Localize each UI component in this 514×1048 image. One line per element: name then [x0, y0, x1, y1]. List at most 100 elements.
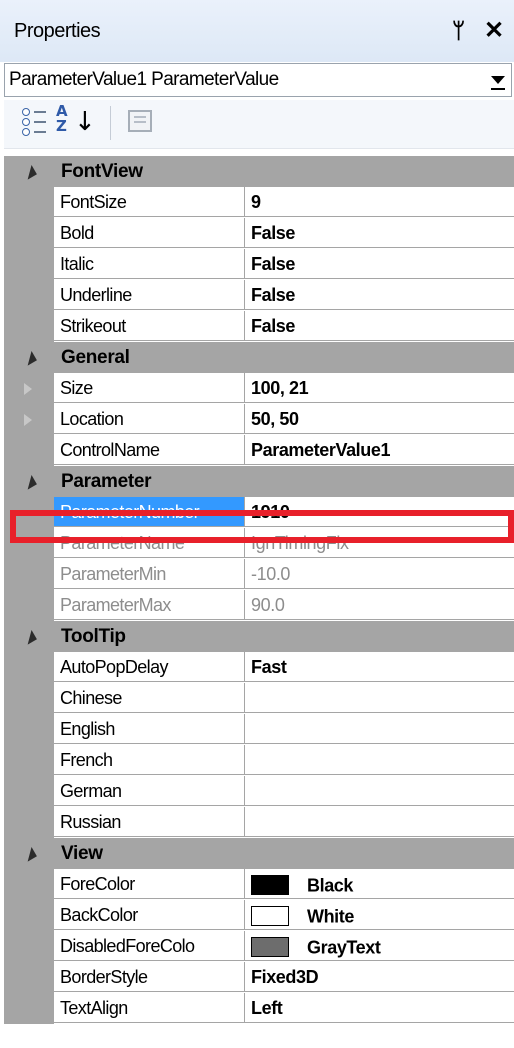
property-value[interactable]: 1910	[245, 497, 514, 527]
property-row-parameternumber[interactable]: ParameterNumber 1910	[4, 497, 514, 528]
collapse-icon[interactable]: ◢	[21, 627, 38, 646]
property-name[interactable]: English	[54, 714, 245, 744]
property-name[interactable]: ControlName	[54, 435, 245, 465]
toolbar: AZ ↓	[4, 100, 514, 149]
categorized-view-icon[interactable]	[20, 106, 54, 140]
property-value[interactable]	[245, 745, 514, 775]
property-value[interactable]	[245, 776, 514, 806]
panel-title: Properties	[14, 20, 101, 42]
collapse-icon[interactable]: ◢	[21, 348, 38, 367]
property-value[interactable]: Black	[245, 869, 514, 899]
property-value[interactable]: White	[245, 900, 514, 930]
property-value[interactable]: 9	[245, 187, 514, 217]
property-row-german[interactable]: German	[4, 776, 514, 807]
property-value[interactable]: False	[245, 280, 514, 310]
property-value[interactable]: Left	[245, 993, 514, 1023]
property-row-english[interactable]: English	[4, 714, 514, 745]
property-row-parametermax[interactable]: ParameterMax 90.0	[4, 590, 514, 621]
expand-icon[interactable]	[24, 414, 32, 426]
property-name[interactable]: BackColor	[54, 900, 245, 930]
category-fontview[interactable]: ◢ FontView	[4, 156, 514, 187]
property-name[interactable]: Strikeout	[54, 311, 245, 341]
property-name[interactable]: TextAlign	[54, 993, 245, 1023]
property-name[interactable]: Location	[54, 404, 245, 434]
property-row-russian[interactable]: Russian	[4, 807, 514, 838]
toolbar-separator	[110, 106, 111, 140]
category-label: Parameter	[61, 471, 152, 492]
property-value[interactable]: 50, 50	[245, 404, 514, 434]
color-name: Black	[307, 875, 354, 896]
property-row-parametername[interactable]: ParameterName IgnTimingFix	[4, 528, 514, 559]
category-general[interactable]: ◢ General	[4, 342, 514, 373]
color-name: White	[307, 906, 354, 927]
property-value: -10.0	[245, 559, 514, 589]
property-row-chinese[interactable]: Chinese	[4, 683, 514, 714]
property-row-italic[interactable]: Italic False	[4, 249, 514, 280]
expand-icon[interactable]	[24, 383, 32, 395]
object-selector[interactable]: ParameterValue1 ParameterValue	[4, 63, 512, 97]
property-value[interactable]	[245, 807, 514, 837]
category-tooltip[interactable]: ◢ ToolTip	[4, 621, 514, 652]
property-name[interactable]: ParameterNumber	[54, 497, 245, 527]
property-row-bold[interactable]: Bold False	[4, 218, 514, 249]
property-value[interactable]: False	[245, 311, 514, 341]
property-value: IgnTimingFix	[245, 528, 514, 558]
collapse-icon[interactable]: ◢	[21, 162, 38, 181]
property-row-textalign[interactable]: TextAlign Left	[4, 993, 514, 1024]
property-value[interactable]: False	[245, 218, 514, 248]
property-value[interactable]: GrayText	[245, 931, 514, 961]
property-row-borderstyle[interactable]: BorderStyle Fixed3D	[4, 962, 514, 993]
properties-panel: Properties ᛘ ✕ ParameterValue1 Parameter…	[0, 0, 514, 1048]
property-name[interactable]: ParameterName	[54, 528, 245, 558]
property-name[interactable]: FontSize	[54, 187, 245, 217]
property-name[interactable]: Russian	[54, 807, 245, 837]
category-view[interactable]: ◢ View	[4, 838, 514, 869]
pin-icon[interactable]: ᛘ	[452, 18, 465, 44]
category-label: General	[61, 347, 130, 368]
property-name[interactable]: German	[54, 776, 245, 806]
property-row-backcolor[interactable]: BackColor White	[4, 900, 514, 931]
property-pages-icon[interactable]	[124, 106, 158, 140]
collapse-icon[interactable]: ◢	[21, 844, 38, 863]
property-name[interactable]: AutoPopDelay	[54, 652, 245, 682]
property-name[interactable]: Size	[54, 373, 245, 403]
property-value[interactable]: Fast	[245, 652, 514, 682]
property-name[interactable]: DisabledForeColo	[54, 931, 245, 961]
property-grid: ◢ FontView FontSize 9 Bold False Italic …	[4, 156, 514, 1048]
property-row-location[interactable]: Location 50, 50	[4, 404, 514, 435]
property-row-disabledforecolor[interactable]: DisabledForeColo GrayText	[4, 931, 514, 962]
property-row-controlname[interactable]: ControlName ParameterValue1	[4, 435, 514, 466]
color-swatch	[251, 906, 289, 927]
chevron-down-icon[interactable]	[491, 76, 505, 90]
property-name[interactable]: Chinese	[54, 683, 245, 713]
property-value[interactable]: ParameterValue1	[245, 435, 514, 465]
color-swatch	[251, 875, 289, 896]
property-name[interactable]: Underline	[54, 280, 245, 310]
property-row-size[interactable]: Size 100, 21	[4, 373, 514, 404]
category-parameter[interactable]: ◢ Parameter	[4, 466, 514, 497]
property-name[interactable]: ParameterMin	[54, 559, 245, 589]
property-row-forecolor[interactable]: ForeColor Black	[4, 869, 514, 900]
property-name[interactable]: ForeColor	[54, 869, 245, 899]
property-value[interactable]	[245, 683, 514, 713]
property-name[interactable]: BorderStyle	[54, 962, 245, 992]
color-swatch	[251, 937, 289, 958]
property-value[interactable]: False	[245, 249, 514, 279]
property-value[interactable]	[245, 714, 514, 744]
property-row-fontsize[interactable]: FontSize 9	[4, 187, 514, 218]
category-label: FontView	[61, 161, 143, 182]
close-icon[interactable]: ✕	[484, 16, 504, 45]
property-name[interactable]: French	[54, 745, 245, 775]
property-name[interactable]: ParameterMax	[54, 590, 245, 620]
property-value[interactable]: 100, 21	[245, 373, 514, 403]
property-row-underline[interactable]: Underline False	[4, 280, 514, 311]
property-name[interactable]: Bold	[54, 218, 245, 248]
property-row-parametermin[interactable]: ParameterMin -10.0	[4, 559, 514, 590]
collapse-icon[interactable]: ◢	[21, 472, 38, 491]
property-row-strikeout[interactable]: Strikeout False	[4, 311, 514, 342]
property-value[interactable]: Fixed3D	[245, 962, 514, 992]
alphabetical-sort-icon[interactable]: AZ ↓	[54, 104, 96, 140]
property-name[interactable]: Italic	[54, 249, 245, 279]
property-row-french[interactable]: French	[4, 745, 514, 776]
property-row-autopopdelay[interactable]: AutoPopDelay Fast	[4, 652, 514, 683]
